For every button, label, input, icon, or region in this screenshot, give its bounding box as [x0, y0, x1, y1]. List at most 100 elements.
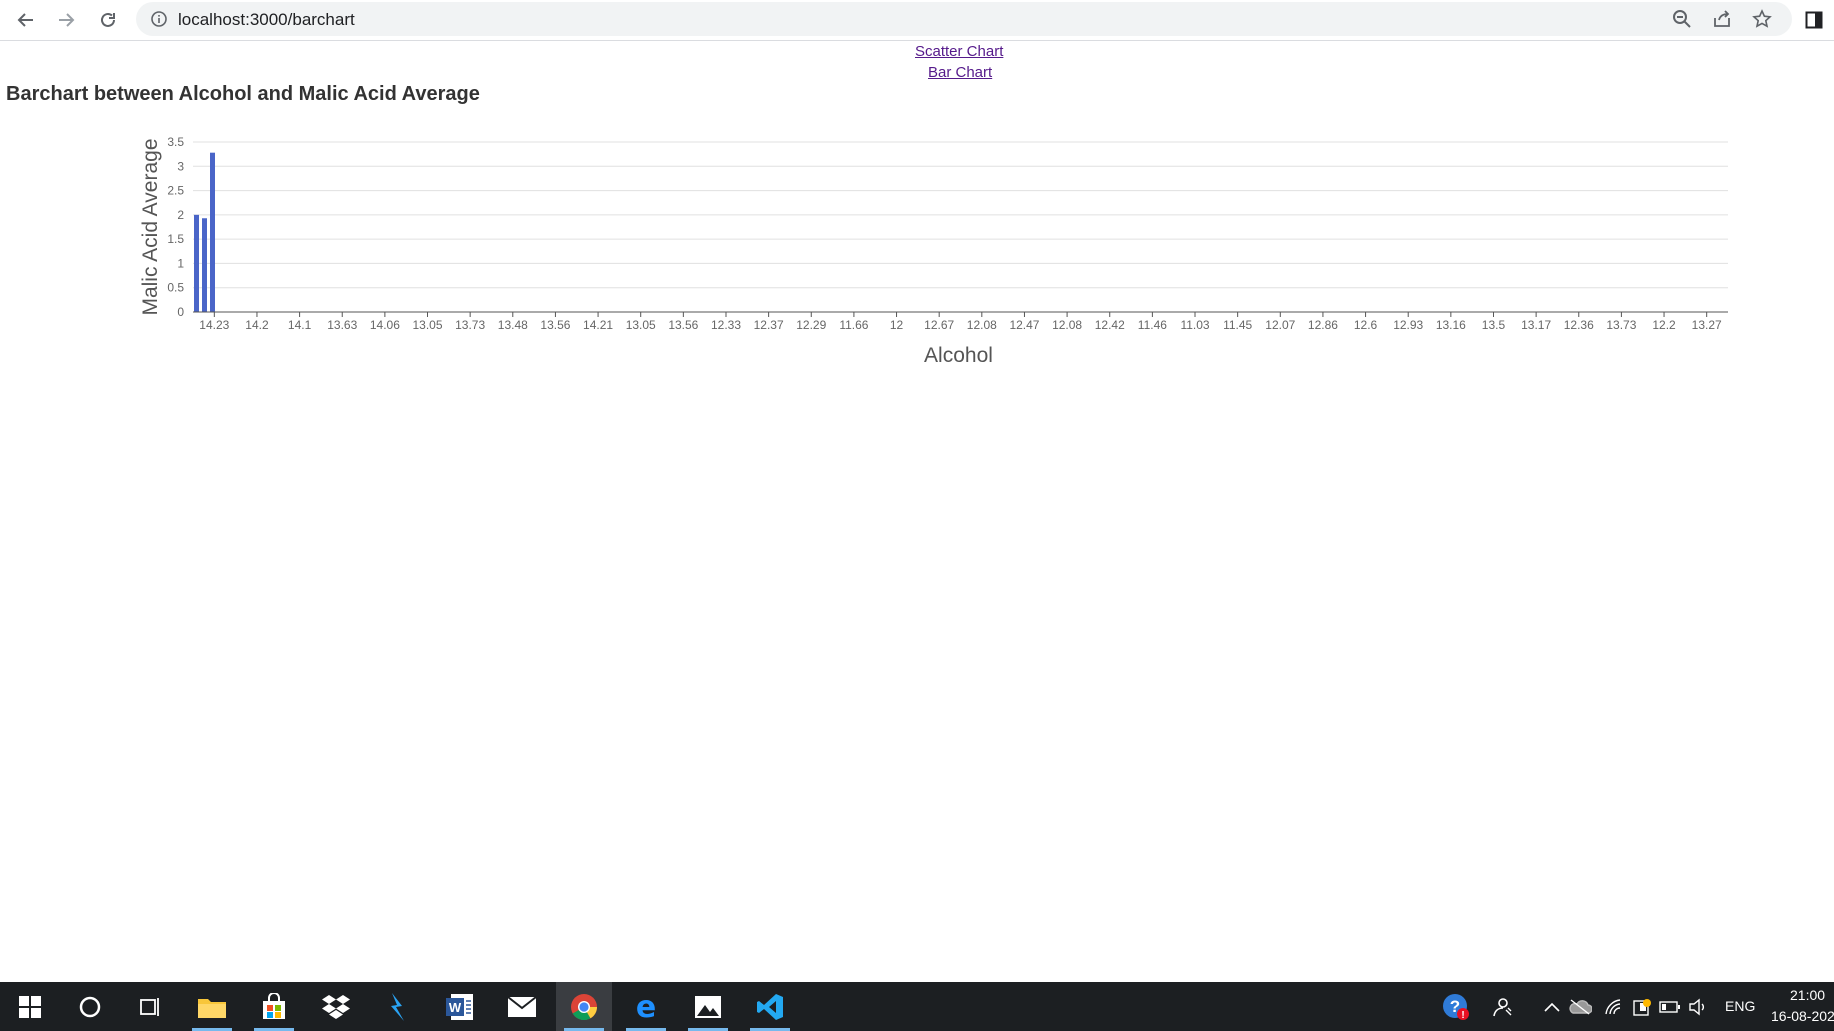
info-icon[interactable]: [150, 10, 168, 28]
x-tick-label: 13.05: [412, 318, 442, 332]
mail-button[interactable]: [494, 982, 550, 1031]
x-tick-label: 13.05: [626, 318, 656, 332]
x-tick-label: 13.48: [498, 318, 528, 332]
cloud-offline-icon: [1569, 998, 1592, 1015]
bar: [202, 218, 207, 312]
side-panel-button[interactable]: [1800, 6, 1828, 34]
y-axis-label: Malic Acid Average: [139, 138, 162, 315]
share-icon: [1714, 10, 1730, 27]
x-tick-label: 13.5: [1482, 318, 1506, 332]
share-button[interactable]: [1708, 7, 1736, 31]
dropbox-icon: [322, 994, 350, 1019]
x-tick-label: 12.67: [924, 318, 954, 332]
y-tick-label: 0.5: [167, 281, 184, 295]
dropbox-button[interactable]: [308, 982, 364, 1031]
address-bar[interactable]: localhost:3000/barchart: [136, 2, 1792, 36]
lightning-icon: [391, 992, 404, 1021]
app-button[interactable]: [370, 982, 426, 1031]
x-tick-label: 12.6: [1354, 318, 1378, 332]
x-tick-label: 14.1: [288, 318, 312, 332]
svg-text:W: W: [449, 1000, 462, 1015]
bars: [194, 152, 215, 312]
bar: [194, 214, 199, 312]
x-tick-label: 13.73: [455, 318, 485, 332]
x-tick-label: 12.2: [1652, 318, 1676, 332]
bookmark-button[interactable]: [1748, 7, 1776, 31]
photos-icon: [695, 995, 721, 1018]
word-icon: W: [446, 993, 473, 1020]
url-text[interactable]: localhost:3000/barchart: [178, 10, 355, 30]
reload-button[interactable]: [92, 4, 124, 36]
x-tick-label: 12.07: [1265, 318, 1295, 332]
page-title: Barchart between Alcohol and Malic Acid …: [6, 83, 480, 105]
x-tick-label: 14.2: [245, 318, 269, 332]
y-tick-label: 1: [177, 256, 184, 270]
chrome-button[interactable]: [556, 982, 612, 1031]
svg-text:!: !: [1461, 1010, 1464, 1021]
y-tick-label: 1.5: [167, 232, 184, 246]
x-axis-ticks: 14.23 14.2 14.1 13.63 14.06 13.05 13.73 13.48 13…: [199, 312, 1722, 332]
zoom-button[interactable]: [1668, 7, 1696, 31]
y-tick-label: 2: [177, 208, 184, 222]
y-tick-label: 0: [177, 305, 184, 319]
start-button[interactable]: [2, 982, 58, 1031]
x-tick-label: 11.03: [1180, 318, 1209, 332]
x-tick-label: 12.29: [796, 318, 826, 332]
x-tick-label: 12.37: [754, 318, 784, 332]
language-indicator[interactable]: ENG: [1725, 998, 1755, 1014]
photos-button[interactable]: [680, 982, 736, 1031]
people-button[interactable]: [1480, 982, 1524, 1031]
x-tick-label: 12.86: [1308, 318, 1338, 332]
vscode-icon: [757, 993, 783, 1020]
x-tick-label: 11.46: [1138, 318, 1167, 332]
x-tick-label: 13.56: [668, 318, 698, 332]
clock-time[interactable]: 21:00: [1790, 987, 1825, 1003]
speaker-icon: [1689, 998, 1704, 1015]
clock-date[interactable]: 16-08-2022: [1771, 1008, 1834, 1024]
back-button[interactable]: [10, 4, 42, 36]
browser-toolbar: localhost:3000/barchart: [0, 0, 1834, 41]
vscode-button[interactable]: [742, 982, 798, 1031]
scatter-chart-link[interactable]: Scatter Chart: [915, 43, 1003, 60]
help-tray-button[interactable]: ?!: [1428, 982, 1484, 1031]
x-tick-label: 12.42: [1095, 318, 1125, 332]
mail-icon: [507, 995, 537, 1017]
x-tick-label: 13.63: [327, 318, 357, 332]
x-tick-label: 12.93: [1393, 318, 1423, 332]
chrome-icon: [571, 993, 598, 1020]
reload-icon: [101, 12, 115, 27]
word-button[interactable]: W: [432, 982, 488, 1031]
folder-icon: [198, 998, 226, 1018]
y-axis-ticks: 0 0.5 1 1.5 2 2.5 3 3.5: [167, 135, 184, 319]
search-button[interactable]: [62, 982, 118, 1031]
x-tick-label: 12: [890, 318, 904, 332]
forward-arrow-icon: [59, 13, 75, 27]
store-icon: [263, 992, 285, 1019]
star-icon: [1752, 9, 1772, 28]
side-panel-icon: [1805, 11, 1823, 29]
x-tick-label: 14.06: [370, 318, 400, 332]
x-tick-label: 11.45: [1223, 318, 1252, 332]
x-tick-label: 13.17: [1521, 318, 1551, 332]
bar: [210, 152, 215, 312]
edge-icon: e: [636, 993, 656, 1021]
x-tick-label: 11.66: [839, 318, 868, 332]
x-tick-label: 12.47: [1009, 318, 1039, 332]
bar-chart-link[interactable]: Bar Chart: [928, 64, 992, 81]
bar-chart: 0 0.5 1 1.5 2 2.5 3 3.5 14.23 14.2 14.1 13.63 14.06…: [139, 135, 1728, 367]
windows-taskbar: W e ?! ENG 21:00 16-08-202: [0, 982, 1834, 1031]
help-icon: ?!: [1443, 993, 1469, 1021]
y-tick-label: 3.5: [167, 135, 184, 149]
task-view-button[interactable]: [122, 982, 178, 1031]
cortana-icon: [79, 996, 101, 1017]
store-button[interactable]: [246, 982, 302, 1031]
forward-button[interactable]: [50, 4, 82, 36]
file-explorer-button[interactable]: [184, 982, 240, 1031]
x-tick-label: 12.36: [1564, 318, 1594, 332]
x-axis-label: Alcohol: [924, 344, 993, 367]
edge-button[interactable]: e: [618, 982, 674, 1031]
volume-tray-button[interactable]: [1676, 982, 1720, 1031]
x-tick-label: 12.33: [711, 318, 741, 332]
x-tick-label: 12.08: [967, 318, 997, 332]
x-tick-label: 14.21: [583, 318, 613, 332]
